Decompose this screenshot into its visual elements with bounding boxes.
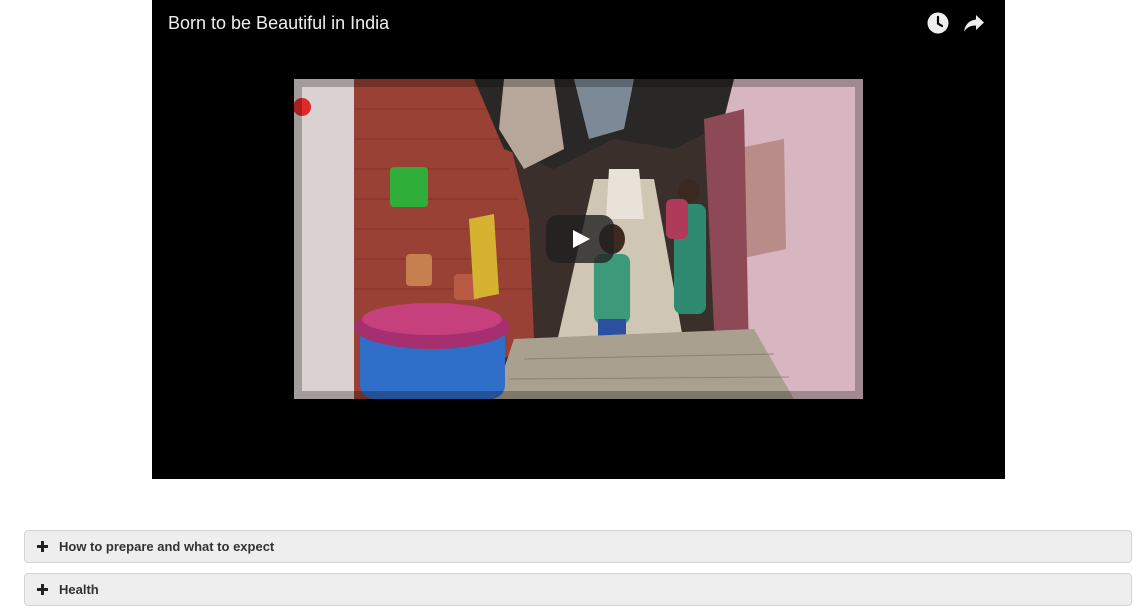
accordion-item-prepare[interactable]: How to prepare and what to expect bbox=[24, 530, 1132, 563]
play-button[interactable] bbox=[546, 215, 614, 263]
accordion-item-health[interactable]: Health bbox=[24, 573, 1132, 606]
accordion-item-label: Health bbox=[59, 582, 99, 597]
video-title[interactable]: Born to be Beautiful in India bbox=[168, 12, 389, 34]
accordion-item-label: How to prepare and what to expect bbox=[59, 539, 275, 554]
share-arrow-icon[interactable] bbox=[961, 10, 987, 36]
plus-icon bbox=[37, 584, 48, 595]
play-icon bbox=[573, 230, 590, 248]
plus-icon bbox=[37, 541, 48, 552]
clock-icon[interactable] bbox=[925, 10, 951, 36]
video-player[interactable]: Born to be Beautiful in India bbox=[152, 0, 1005, 479]
